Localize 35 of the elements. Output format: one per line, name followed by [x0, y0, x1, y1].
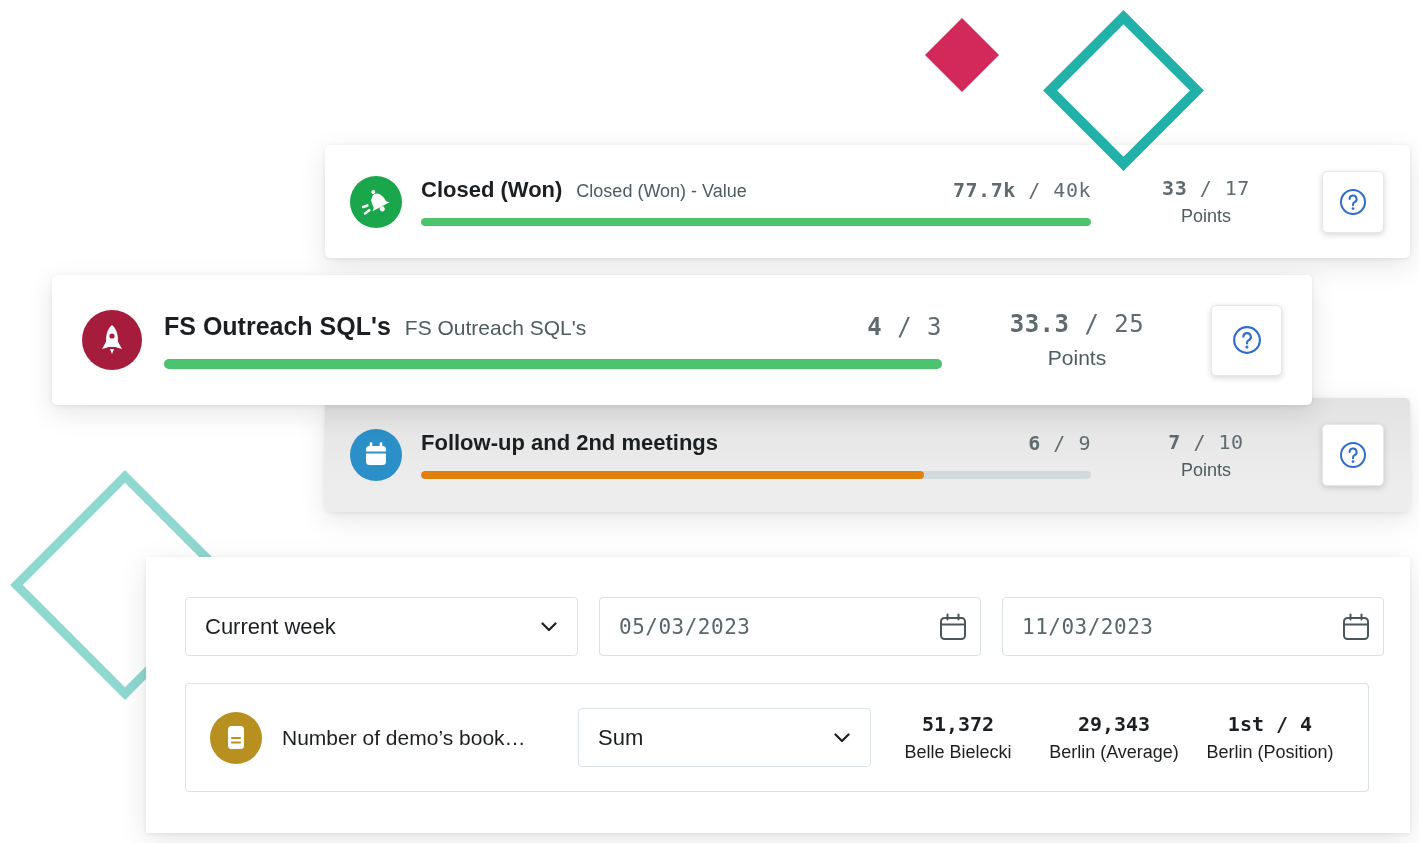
- stat-value: 29,343: [1077, 712, 1151, 736]
- help-icon: [1339, 441, 1367, 469]
- points-reading: 33.3 / 25: [1009, 310, 1145, 338]
- progress-reading: 4 / 3: [867, 312, 942, 341]
- points-reading: 33 / 17: [1162, 176, 1250, 200]
- points-label: Points: [1181, 206, 1231, 227]
- date-field[interactable]: 05/03/2023: [599, 597, 981, 656]
- goal-title: FS Outreach SQL's: [164, 311, 391, 340]
- metric-name: Number of demo’s book…: [282, 725, 527, 750]
- progress-reading: 77.7k / 40k: [953, 177, 1091, 202]
- goal-subtitle: FS Outreach SQL's: [404, 315, 587, 340]
- goal-title: Closed (Won): [421, 177, 563, 202]
- period-dropdown[interactable]: Current week: [185, 597, 578, 656]
- goal-title: Follow-up and 2nd meetings: [421, 431, 718, 455]
- calendar-icon: [939, 612, 967, 641]
- help-icon: [1339, 187, 1367, 216]
- help-button[interactable]: [1211, 304, 1282, 376]
- chevron-down-icon: [834, 732, 850, 743]
- progress-reading: 6 / 9: [1028, 431, 1091, 455]
- help-button[interactable]: [1322, 170, 1384, 233]
- chevron-down-icon: [541, 621, 557, 632]
- stat-value: 1st / 4: [1227, 712, 1313, 736]
- points-label: Points: [1181, 459, 1231, 481]
- goal-subtitle: Closed (Won) - Value: [576, 180, 747, 202]
- stat-label: Belle Bielecki: [904, 742, 1012, 763]
- date-field[interactable]: 11/03/2023: [1002, 597, 1384, 656]
- help-icon: [1231, 325, 1262, 355]
- calendar-icon: [1342, 612, 1370, 641]
- points-reading: 7 / 10: [1168, 429, 1244, 454]
- stat-value: 51,372: [921, 712, 995, 736]
- points-label: Points: [1047, 346, 1107, 370]
- stat-label: Berlin (Position): [1206, 742, 1334, 763]
- stat-label: Berlin (Average): [1049, 742, 1179, 763]
- aggregation-dropdown[interactable]: Sum: [578, 708, 871, 767]
- help-button[interactable]: [1322, 424, 1384, 486]
